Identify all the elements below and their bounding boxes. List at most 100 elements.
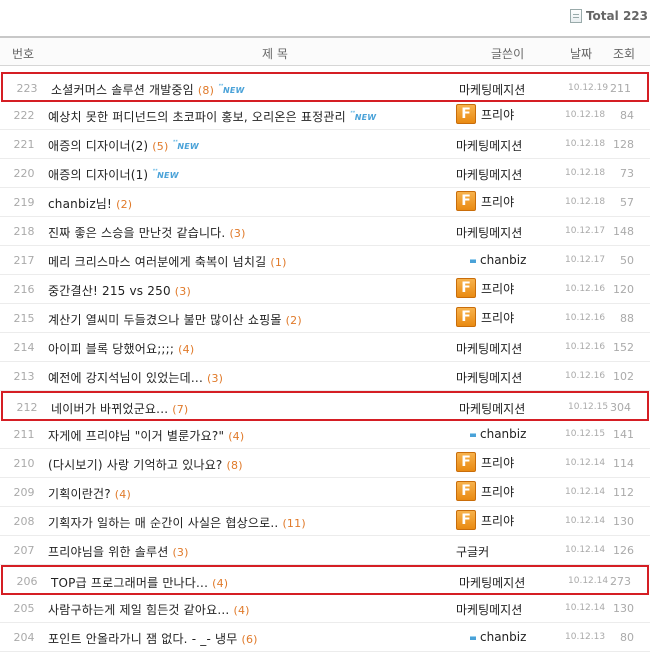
post-title-link[interactable]: 사람구하는게 제일 힘든것 같아요... bbox=[48, 603, 229, 617]
comment-count[interactable]: (2) bbox=[286, 314, 302, 327]
comment-count[interactable]: (11) bbox=[282, 517, 305, 530]
comment-count[interactable]: (2) bbox=[116, 198, 132, 211]
post-author[interactable]: 마케팅메지션 bbox=[456, 601, 522, 618]
comment-count[interactable]: (4) bbox=[233, 604, 249, 617]
post-title-link[interactable]: 프리야님을 위한 솔루션 bbox=[48, 545, 168, 559]
comment-count[interactable]: (4) bbox=[115, 488, 131, 501]
author-name[interactable]: 마케팅메지션 bbox=[456, 166, 522, 183]
post-title-cell: 진짜 좋은 스승을 만난것 같습니다. (3) bbox=[48, 224, 246, 241]
table-row: 212 네이버가 바뀌었군요... (7) 마케팅메지션 10.12.15 304 bbox=[1, 391, 649, 421]
author-name[interactable]: 프리야 bbox=[481, 193, 514, 210]
post-author[interactable]: F 프리야 bbox=[456, 104, 514, 124]
post-views: 88 bbox=[620, 312, 634, 325]
post-title-cell: 예상치 못한 퍼디넌드의 초코파이 홍보, 오리온은 표정관리 NEW bbox=[48, 108, 376, 125]
comment-count[interactable]: (7) bbox=[172, 403, 188, 416]
author-level-icon: F bbox=[456, 481, 476, 501]
document-icon bbox=[569, 9, 582, 23]
post-title-link[interactable]: 자게에 프리야님 "이거 별룬가요?" bbox=[48, 429, 224, 443]
post-title-link[interactable]: 기획이란건? bbox=[48, 487, 111, 501]
comment-count[interactable]: (3) bbox=[207, 372, 223, 385]
comment-count[interactable]: (5) bbox=[152, 140, 168, 153]
post-title-link[interactable]: 메리 크리스마스 여러분에게 축복이 넘치길 bbox=[48, 255, 266, 269]
author-name[interactable]: 마케팅메지션 bbox=[459, 81, 525, 98]
comment-count[interactable]: (4) bbox=[212, 577, 228, 590]
post-title-link[interactable]: 애증의 디자이너(1) bbox=[48, 168, 148, 182]
post-author[interactable]: chanbiz bbox=[456, 253, 526, 267]
author-name[interactable]: 프리야 bbox=[481, 454, 514, 471]
author-name[interactable]: 프리야 bbox=[481, 483, 514, 500]
post-title-link[interactable]: chanbiz님! bbox=[48, 197, 112, 211]
post-author[interactable]: F 프리야 bbox=[456, 307, 514, 327]
post-author[interactable]: F 프리야 bbox=[456, 510, 514, 530]
post-title-link[interactable]: 중간결산! 215 vs 250 bbox=[48, 284, 171, 298]
post-author[interactable]: 마케팅메지션 bbox=[459, 81, 525, 98]
post-title-link[interactable]: 애증의 디자이너(2) bbox=[48, 139, 148, 153]
post-title-cell: 네이버가 바뀌었군요... (7) bbox=[51, 400, 188, 417]
post-title-link[interactable]: 네이버가 바뀌었군요... bbox=[51, 402, 168, 416]
post-date: 10.12.18 bbox=[565, 197, 606, 207]
author-name[interactable]: 마케팅메지션 bbox=[459, 574, 525, 591]
author-name[interactable]: 마케팅메지션 bbox=[456, 369, 522, 386]
post-author[interactable]: 마케팅메지션 bbox=[456, 166, 522, 183]
table-row: 222 예상치 못한 퍼디넌드의 초코파이 홍보, 오리온은 표정관리 NEW F 프리… bbox=[0, 101, 650, 130]
post-title-link[interactable]: 계산기 열씨미 두들겼으나 불만 많이산 쇼핑몰 bbox=[48, 313, 282, 327]
author-name[interactable]: 마케팅메지션 bbox=[456, 137, 522, 154]
author-name[interactable]: 마케팅메지션 bbox=[459, 400, 525, 417]
post-title-cell: 포인트 안올라가니 잼 없다. - _- 냉무 (6) bbox=[48, 630, 258, 647]
author-level-icon: F bbox=[456, 191, 476, 211]
post-title-link[interactable]: 예전에 강지석님이 있었는데... bbox=[48, 371, 203, 385]
author-name[interactable]: 프리야 bbox=[481, 106, 514, 123]
comment-count[interactable]: (3) bbox=[172, 546, 188, 559]
post-author[interactable]: chanbiz bbox=[456, 630, 526, 644]
comment-count[interactable]: (1) bbox=[270, 256, 286, 269]
post-title-link[interactable]: (다시보기) 사랑 기억하고 있나요? bbox=[48, 458, 223, 472]
comment-count[interactable]: (3) bbox=[175, 285, 191, 298]
post-author[interactable]: 마케팅메지션 bbox=[456, 137, 522, 154]
post-author[interactable]: 마케팅메지션 bbox=[456, 340, 522, 357]
post-author[interactable]: F 프리야 bbox=[456, 481, 514, 501]
author-name[interactable]: 프리야 bbox=[481, 512, 514, 529]
comment-count[interactable]: (8) bbox=[198, 84, 214, 97]
post-author[interactable]: 마케팅메지션 bbox=[456, 369, 522, 386]
table-row: 213 예전에 강지석님이 있었는데... (3) 마케팅메지션 10.12.16 102 bbox=[0, 362, 650, 391]
post-title-link[interactable]: 소셜커머스 솔루션 개발중임 bbox=[51, 83, 194, 97]
post-title-link[interactable]: 예상치 못한 퍼디넌드의 초코파이 홍보, 오리온은 표정관리 bbox=[48, 110, 346, 124]
post-author[interactable]: 마케팅메지션 bbox=[459, 574, 525, 591]
post-author[interactable]: 마케팅메지션 bbox=[459, 400, 525, 417]
post-title-cell: 애증의 디자이너(1) NEW bbox=[48, 166, 179, 183]
post-views: 84 bbox=[620, 109, 634, 122]
author-name[interactable]: 마케팅메지션 bbox=[456, 224, 522, 241]
comment-count[interactable]: (8) bbox=[227, 459, 243, 472]
author-name[interactable]: chanbiz bbox=[480, 427, 526, 441]
post-views: 102 bbox=[613, 370, 634, 383]
post-views: 50 bbox=[620, 254, 634, 267]
comment-count[interactable]: (4) bbox=[228, 430, 244, 443]
post-title-link[interactable]: 진짜 좋은 스승을 만난것 같습니다. bbox=[48, 226, 225, 240]
author-name[interactable]: 마케팅메지션 bbox=[456, 340, 522, 357]
author-name[interactable]: 프리야 bbox=[481, 280, 514, 297]
author-name[interactable]: chanbiz bbox=[480, 253, 526, 267]
post-date: 10.12.18 bbox=[565, 110, 606, 120]
author-name[interactable]: 프리야 bbox=[481, 309, 514, 326]
post-title-link[interactable]: 아이피 블록 당했어요;;;; bbox=[48, 342, 174, 356]
post-author[interactable]: chanbiz bbox=[456, 427, 526, 441]
post-views: 57 bbox=[620, 196, 634, 209]
post-date: 10.12.17 bbox=[565, 255, 606, 265]
post-author[interactable]: F 프리야 bbox=[456, 452, 514, 472]
post-views: 273 bbox=[610, 575, 631, 588]
post-author[interactable]: F 프리야 bbox=[456, 278, 514, 298]
post-number: 213 bbox=[13, 370, 35, 383]
post-author[interactable]: F 프리야 bbox=[456, 191, 514, 211]
post-title-cell: chanbiz님! (2) bbox=[48, 195, 132, 212]
comment-count[interactable]: (3) bbox=[229, 227, 245, 240]
author-name[interactable]: chanbiz bbox=[480, 630, 526, 644]
comment-count[interactable]: (6) bbox=[241, 633, 257, 646]
author-name[interactable]: 마케팅메지션 bbox=[456, 601, 522, 618]
post-author[interactable]: 마케팅메지션 bbox=[456, 224, 522, 241]
post-title-link[interactable]: TOP급 프로그래머를 만나다... bbox=[51, 576, 208, 590]
post-title-link[interactable]: 기획자가 일하는 매 순간이 사실은 협상으로.. bbox=[48, 516, 278, 530]
post-author[interactable]: 구글커 bbox=[456, 543, 489, 560]
comment-count[interactable]: (4) bbox=[178, 343, 194, 356]
post-title-link[interactable]: 포인트 안올라가니 잼 없다. - _- 냉무 bbox=[48, 632, 237, 646]
author-name[interactable]: 구글커 bbox=[456, 543, 489, 560]
